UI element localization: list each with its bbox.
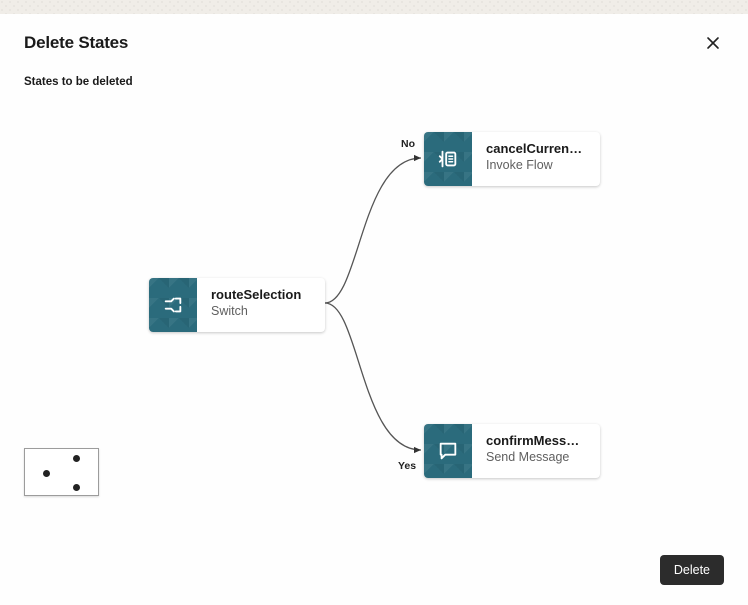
- minimap-dot: [73, 484, 80, 491]
- dialog-title: Delete States: [24, 33, 128, 53]
- dialog-footer: Delete: [660, 555, 724, 585]
- minimap[interactable]: [24, 448, 99, 496]
- flow-canvas: No Yes routeSelection Switch: [0, 88, 748, 568]
- node-cancel-current[interactable]: cancelCurrent… Invoke Flow: [424, 132, 600, 186]
- minimap-dot: [73, 455, 80, 462]
- delete-button[interactable]: Delete: [660, 555, 724, 585]
- subheader-label: States to be deleted: [0, 54, 748, 88]
- node-title: cancelCurrent…: [486, 141, 586, 156]
- flow-connectors: [0, 88, 748, 568]
- invoke-flow-icon: [424, 132, 472, 186]
- switch-icon: [149, 278, 197, 332]
- node-title: routeSelection: [211, 287, 301, 302]
- node-route-selection[interactable]: routeSelection Switch: [149, 278, 325, 332]
- close-icon: [706, 38, 720, 53]
- send-message-icon: [424, 424, 472, 478]
- node-title: confirmMessage: [486, 433, 586, 448]
- minimap-dot: [43, 470, 50, 477]
- node-confirm-message[interactable]: confirmMessage Send Message: [424, 424, 600, 478]
- node-type: Switch: [211, 304, 301, 318]
- editor-background-strip: [0, 0, 748, 14]
- close-button[interactable]: [702, 32, 724, 54]
- edge-label-no: No: [401, 138, 415, 150]
- delete-states-dialog: Delete States States to be deleted No Ye…: [0, 14, 748, 605]
- node-type: Send Message: [486, 450, 586, 464]
- node-type: Invoke Flow: [486, 158, 586, 172]
- dialog-header: Delete States: [0, 14, 748, 54]
- edge-label-yes: Yes: [398, 460, 416, 472]
